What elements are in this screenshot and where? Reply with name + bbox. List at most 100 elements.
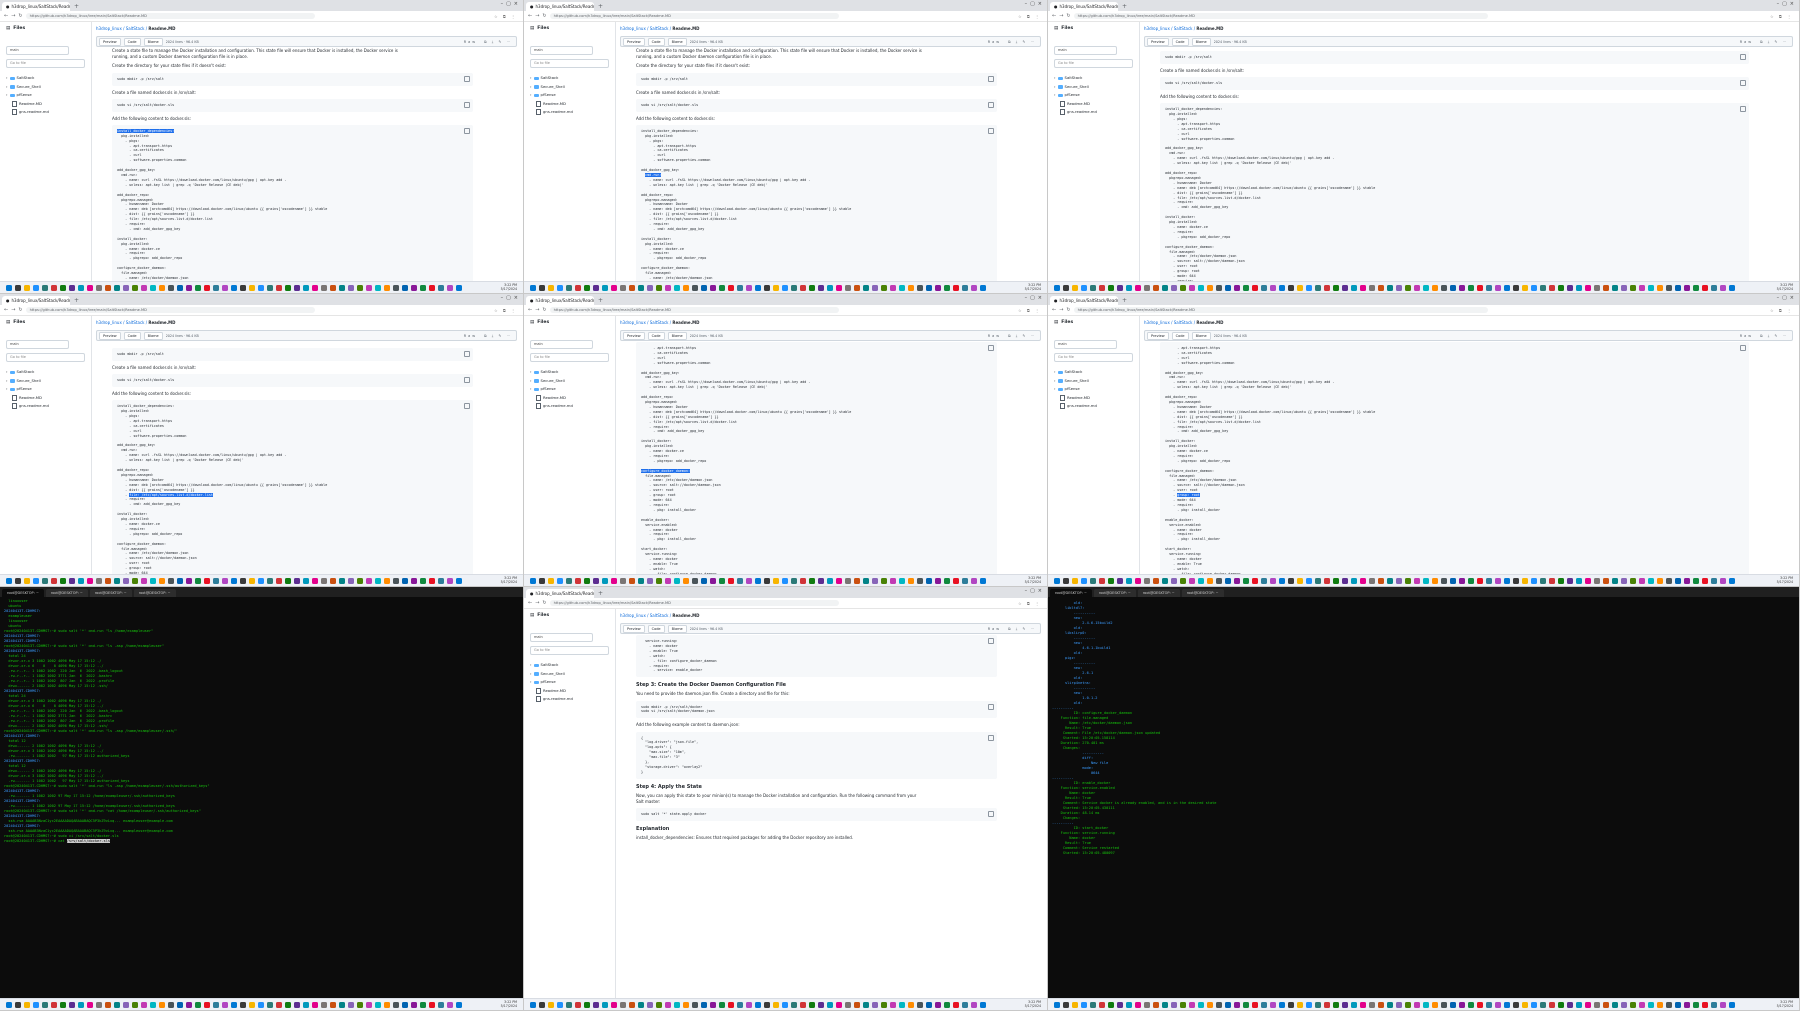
browser-tab[interactable]: ●h3drop_linux/SaltStack/Readme.MD×	[1050, 2, 1118, 11]
taskbar-app-icon[interactable]	[1450, 1001, 1456, 1008]
raw-button[interactable]: Raw	[988, 627, 1001, 631]
taskbar-app-icon[interactable]	[321, 1001, 327, 1008]
file-tree-item[interactable]: gns.readme.md	[530, 108, 609, 117]
breadcrumb-folder[interactable]: SaltStack	[126, 26, 145, 31]
taskbar-app-icon[interactable]	[1549, 1001, 1555, 1008]
taskbar-app-icon[interactable]	[393, 1001, 399, 1008]
taskbar-app-icon[interactable]	[539, 284, 545, 291]
breadcrumb-repo[interactable]: h3drop_linux	[96, 320, 122, 325]
taskbar-app-icon[interactable]	[1711, 1001, 1717, 1008]
taskbar-app-icon[interactable]	[1684, 577, 1690, 584]
reload-icon[interactable]: ↻	[18, 13, 22, 19]
taskbar-app-icon[interactable]	[674, 577, 680, 584]
taskbar-app-icon[interactable]	[674, 284, 680, 291]
taskbar-app-icon[interactable]	[1270, 577, 1276, 584]
taskbar-app-icon[interactable]	[791, 284, 797, 291]
taskbar-app-icon[interactable]	[593, 284, 599, 291]
taskbar-app-icon[interactable]	[1450, 577, 1456, 584]
taskbar-app-icon[interactable]	[1252, 284, 1258, 291]
taskbar-app-icon[interactable]	[1063, 577, 1069, 584]
taskbar-app-icon[interactable]	[312, 577, 318, 584]
taskbar-app-icon[interactable]	[935, 577, 941, 584]
taskbar-app-icon[interactable]	[800, 284, 806, 291]
file-tree-item[interactable]: › pfSense	[530, 678, 609, 687]
terminal-output[interactable]: linuxuser ubuntu 20240413T-CDHMS7: exampl…	[4, 599, 519, 998]
taskbar-app-icon[interactable]	[962, 1001, 968, 1008]
taskbar-app-icon[interactable]	[1342, 1001, 1348, 1008]
copy-icon[interactable]	[464, 127, 470, 134]
taskbar-app-icon[interactable]	[566, 577, 572, 584]
taskbar-app-icon[interactable]	[1729, 1001, 1735, 1008]
taskbar-app-icon[interactable]	[980, 284, 986, 291]
breadcrumb-folder[interactable]: SaltStack	[650, 613, 669, 618]
taskbar-app-icon[interactable]	[51, 577, 57, 584]
taskbar-app-icon[interactable]	[456, 577, 462, 584]
taskbar-app-icon[interactable]	[737, 577, 743, 584]
taskbar-clock[interactable]: 3:22 PM 5/17/2024	[1777, 576, 1793, 584]
taskbar-app-icon[interactable]	[971, 1001, 977, 1008]
taskbar-app-icon[interactable]	[980, 1001, 986, 1008]
taskbar-app-icon[interactable]	[710, 577, 716, 584]
taskbar-app-icon[interactable]	[375, 577, 381, 584]
taskbar-app-icon[interactable]	[764, 1001, 770, 1008]
new-tab-icon[interactable]: +	[1122, 296, 1127, 305]
taskbar-app-icon[interactable]	[1378, 577, 1384, 584]
taskbar-app-icon[interactable]	[438, 1001, 444, 1008]
taskbar-app-icon[interactable]	[1693, 577, 1699, 584]
taskbar-app-icon[interactable]	[357, 577, 363, 584]
taskbar-app-icon[interactable]	[557, 577, 563, 584]
url-input[interactable]: https://github.com/h3drop_linux/tree/mai…	[25, 307, 316, 313]
taskbar-app-icon[interactable]	[366, 284, 372, 291]
taskbar-app-icon[interactable]	[737, 284, 743, 291]
back-icon[interactable]: ←	[528, 13, 532, 19]
taskbar-app-icon[interactable]	[1513, 284, 1519, 291]
taskbar-app-icon[interactable]	[330, 1001, 336, 1008]
taskbar-app-icon[interactable]	[656, 577, 662, 584]
taskbar-app-icon[interactable]	[1720, 577, 1726, 584]
branch-selector[interactable]: main	[1054, 46, 1117, 55]
taskbar-app-icon[interactable]	[881, 577, 887, 584]
taskbar-app-icon[interactable]	[1576, 284, 1582, 291]
code-button[interactable]: Code	[1171, 37, 1189, 46]
taskbar-app-icon[interactable]	[1558, 1001, 1564, 1008]
forward-icon[interactable]: →	[1059, 307, 1063, 313]
taskbar-app-icon[interactable]	[1648, 1001, 1654, 1008]
taskbar-app-icon[interactable]	[267, 284, 273, 291]
taskbar-app-icon[interactable]	[701, 577, 707, 584]
new-tab-icon[interactable]: +	[598, 589, 603, 598]
file-tree-item[interactable]: Readme.MD	[6, 394, 85, 403]
browser-tab[interactable]: ●h3drop_linux/SaltStack/Readme.MD×	[1050, 296, 1118, 305]
extension-icons[interactable]: ☆ ⧉ ⋮	[1770, 14, 1793, 19]
go-to-file-input[interactable]: Go to file	[1054, 353, 1133, 362]
taskbar-app-icon[interactable]	[1171, 577, 1177, 584]
taskbar-app-icon[interactable]	[1450, 284, 1456, 291]
reload-icon[interactable]: ↻	[18, 307, 22, 313]
taskbar-app-icon[interactable]	[294, 577, 300, 584]
window-controls[interactable]: –▢×	[1777, 295, 1797, 301]
taskbar-app-icon[interactable]	[267, 577, 273, 584]
taskbar-app-icon[interactable]	[366, 577, 372, 584]
file-tree-item[interactable]: gns.readme.md	[530, 695, 609, 704]
taskbar-app-icon[interactable]	[665, 284, 671, 291]
raw-button[interactable]: Raw	[988, 40, 1001, 44]
terminal-tab[interactable]: root@DESKTOP: ~	[89, 589, 132, 597]
taskbar-app-icon[interactable]	[683, 577, 689, 584]
taskbar-app-icon[interactable]	[827, 577, 833, 584]
taskbar-app-icon[interactable]	[1198, 577, 1204, 584]
taskbar-app-icon[interactable]	[78, 284, 84, 291]
taskbar-app-icon[interactable]	[1306, 1001, 1312, 1008]
taskbar-app-icon[interactable]	[357, 284, 363, 291]
taskbar-app-icon[interactable]	[1180, 577, 1186, 584]
taskbar-app-icon[interactable]	[1180, 284, 1186, 291]
taskbar-app-icon[interactable]	[1342, 577, 1348, 584]
taskbar-app-icon[interactable]	[1387, 284, 1393, 291]
file-tree-item[interactable]: Readme.MD	[1054, 100, 1133, 109]
forward-icon[interactable]: →	[1059, 13, 1063, 19]
new-tab-icon[interactable]: +	[598, 296, 603, 305]
taskbar-app-icon[interactable]	[854, 577, 860, 584]
taskbar-app-icon[interactable]	[584, 284, 590, 291]
taskbar-app-icon[interactable]	[863, 284, 869, 291]
taskbar-app-icon[interactable]	[1513, 1001, 1519, 1008]
taskbar-app-icon[interactable]	[755, 284, 761, 291]
taskbar-app-icon[interactable]	[962, 284, 968, 291]
